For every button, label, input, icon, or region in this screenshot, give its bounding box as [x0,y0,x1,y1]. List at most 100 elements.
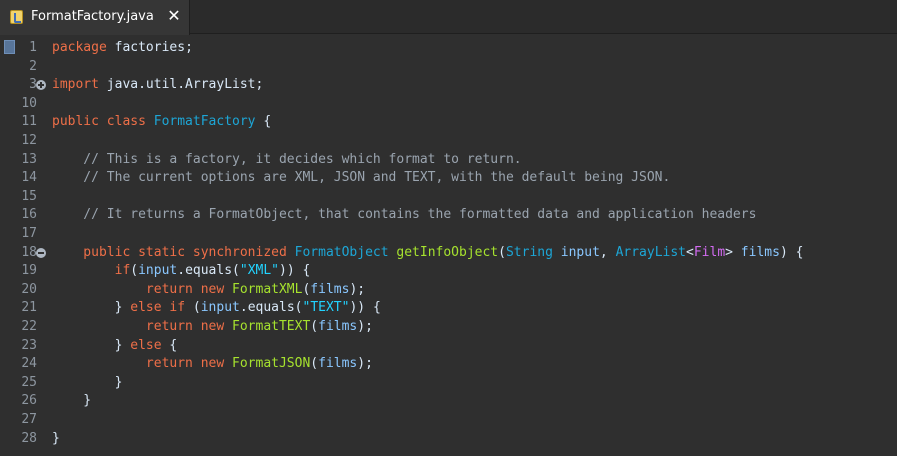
gutter-row: 14 [0,169,46,187]
code-token: ) { [779,244,804,260]
line-number: 26 [21,393,37,409]
close-icon[interactable]: ✕ [167,8,181,24]
gutter-row: 13 [0,151,46,169]
line-number: 14 [21,170,37,186]
code-line: public static synchronized FormatObject … [52,244,803,262]
code-token: "TEXT" [302,300,350,316]
code-token: ( [498,244,506,260]
line-number: 13 [21,151,37,167]
code-line: } else { [52,337,178,355]
code-token: .equals( [239,300,303,316]
code-token: films [310,281,350,297]
code-token: } [52,393,92,409]
line-number: 10 [21,95,37,111]
code-token: import [52,77,99,93]
gutter-row: 17 [0,225,46,243]
code-token: public class [52,114,154,130]
code-token: { [255,114,272,130]
gutter-row: 25 [0,374,46,392]
code-line: return new FormatXML(films); [52,281,365,299]
code-token: Film [693,244,726,260]
code-line: // It returns a FormatObject, that conta… [52,206,756,224]
gutter-row: 20 [0,281,46,299]
gutter-row: 19 [0,262,46,280]
code-line: public class FormatFactory { [52,113,271,131]
code-token: ); [349,281,366,297]
line-number: 19 [21,263,37,279]
code-line: return new FormatTEXT(films); [52,318,373,336]
code-token: FormatObject [294,244,389,260]
code-token: { [161,337,178,353]
gutter-row: 2 [0,58,46,76]
gutter-row: 23 [0,337,46,355]
code-token: getInfoObject [396,244,499,260]
code-line: } else if (input.equals("TEXT")) { [52,299,381,317]
code-token: "XML" [239,263,280,279]
code-token: , [599,244,616,260]
code-token: input [138,263,178,279]
line-number: 2 [29,58,37,74]
code-token: .equals( [177,263,240,279]
code-token: films [732,244,780,260]
code-token: input [200,300,240,316]
code-token: } [52,430,60,446]
code-token: ( [310,319,319,334]
code-token: FormatTEXT [232,319,311,334]
gutter-row: 22 [0,318,46,336]
code-token: public static synchronized [52,244,295,260]
line-number: 11 [21,114,37,130]
line-number: 1 [29,40,37,55]
code-token: java.util.ArrayList; [98,77,264,93]
line-number: 22 [21,319,37,334]
code-token: > [725,244,733,260]
code-token: } [52,300,131,316]
code-token: // The current options are XML, JSON and… [52,170,671,186]
code-token: return new [52,356,233,372]
code-line: return new FormatJSON(films); [52,355,373,373]
line-number: 25 [21,374,37,390]
code-token: films [318,319,358,334]
line-number: 17 [21,226,37,241]
code-line: // The current options are XML, JSON and… [52,169,670,187]
code-editor[interactable]: 1 2 3 10 11 12 13 14 15 16 17 18 19 20 21 22 23 24 25 26 27 2… [0,35,897,456]
gutter-row: 27 [0,411,46,429]
code-area[interactable]: package factories; import java.util.Array… [52,35,897,456]
code-token: )) { [349,300,381,316]
gutter-row: 18 [0,244,46,262]
code-token: FormatFactory [153,114,256,130]
collapse-fold-icon[interactable] [36,247,46,258]
gutter-row: 10 [0,95,46,113]
gutter-row: 21 [0,299,46,317]
code-line: } [52,392,91,410]
code-line: package factories; [52,39,193,57]
code-line: import java.util.ArrayList; [52,76,263,94]
gutter-row: 15 [0,188,46,206]
line-number: 27 [21,412,37,427]
gutter-row: 24 [0,355,46,373]
code-token: FormatJSON [232,356,311,372]
line-number: 21 [21,300,37,316]
code-token: String [505,244,553,260]
code-token: return new [52,319,233,334]
line-number-gutter: 1 2 3 10 11 12 13 14 15 16 17 18 19 20 21 22 23 24 25 26 27 2… [0,35,46,456]
code-line: // This is a factory, it decides which f… [52,151,522,169]
code-line: } [52,374,123,392]
gutter-row: 1 [0,39,46,57]
code-token: } [52,374,123,390]
code-token: // This is a factory, it decides which f… [52,151,522,167]
gutter-row: 12 [0,132,46,150]
tab-title: FormatFactory.java [31,9,154,24]
line-number: 12 [21,133,37,148]
tab-formatfactory-java[interactable]: FormatFactory.java ✕ [0,0,190,35]
code-token: ); [357,319,373,334]
code-token: } [52,337,131,353]
gutter-row: 3 [0,76,46,94]
gutter-row: 26 [0,392,46,410]
line-number: 24 [21,356,37,372]
expand-fold-icon[interactable] [36,80,46,91]
gutter-row: 11 [0,113,46,131]
code-line: if(input.equals("XML")) { [52,262,311,280]
code-token: return new [52,281,233,297]
java-file-icon [10,10,23,24]
line-number: 20 [21,281,37,297]
